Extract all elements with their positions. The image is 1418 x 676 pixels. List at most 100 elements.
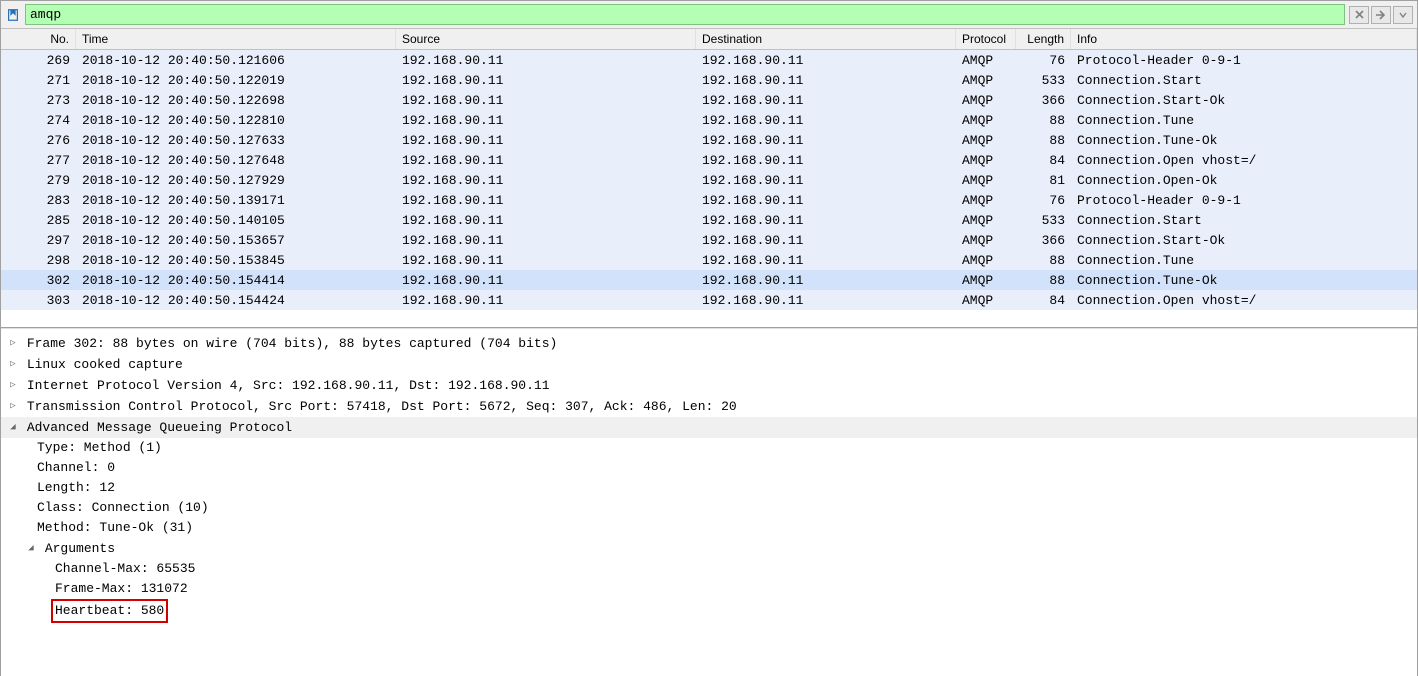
packet-cell: 283 [1, 190, 76, 211]
packet-row[interactable]: 3022018-10-12 20:40:50.154414 192.168.90.… [1, 270, 1417, 290]
packet-list-header: No. Time Source Destination Protocol Len… [1, 29, 1417, 50]
tree-ip[interactable]: Internet Protocol Version 4, Src: 192.16… [7, 375, 1411, 396]
packet-cell: 2018-10-12 20:40:50.121606 [76, 50, 396, 71]
display-filter-input[interactable] [25, 4, 1345, 25]
col-header-info[interactable]: Info [1071, 29, 1417, 49]
tree-args[interactable]: Arguments [7, 538, 1411, 559]
col-header-dst[interactable]: Destination [696, 29, 956, 49]
tree-linux-label: Linux cooked capture [27, 357, 183, 372]
packet-cell: 269 [1, 50, 76, 71]
packet-cell: 2018-10-12 20:40:50.140105 [76, 210, 396, 231]
packet-row[interactable]: 2732018-10-12 20:40:50.122698192.168.90.… [1, 90, 1417, 110]
apply-filter-button[interactable] [1371, 6, 1391, 24]
col-header-time[interactable]: Time [76, 29, 396, 49]
packet-row[interactable]: 2982018-10-12 20:40:50.153845192.168.90.… [1, 250, 1417, 270]
packet-cell: AMQP [956, 230, 1016, 251]
packet-row[interactable]: 2832018-10-12 20:40:50.139171192.168.90.… [1, 190, 1417, 210]
packet-cell: 192.168.90.11 [696, 170, 956, 191]
tree-class-label: Class: Connection (10) [37, 500, 209, 515]
tree-length[interactable]: Length: 12 [7, 478, 1411, 498]
packet-cell: Connection.Open-Ok [1071, 170, 1417, 191]
tree-chmax[interactable]: Channel-Max: 65535 [7, 559, 1411, 579]
packet-cell: 88 [1016, 130, 1071, 151]
packet-cell: Connection.Open vhost=/ [1071, 290, 1417, 311]
packet-cell: AMQP [956, 70, 1016, 91]
expand-toggle-icon[interactable] [7, 333, 19, 354]
col-header-src[interactable]: Source [396, 29, 696, 49]
col-header-len[interactable]: Length [1016, 29, 1071, 49]
bookmark-filter-icon[interactable] [5, 7, 21, 23]
expand-toggle-icon[interactable] [7, 375, 19, 396]
tree-method[interactable]: Method: Tune-Ok (31) [7, 518, 1411, 538]
tree-heartbeat[interactable]: Heartbeat: 580 [7, 599, 1411, 623]
packet-cell: 88 [1016, 110, 1071, 131]
packet-cell: 297 [1, 230, 76, 251]
packet-row[interactable]: 2852018-10-12 20:40:50.140105192.168.90.… [1, 210, 1417, 230]
packet-cell: 298 [1, 250, 76, 271]
packet-cell: AMQP [956, 290, 1016, 311]
packet-row[interactable]: 2772018-10-12 20:40:50.127648192.168.90.… [1, 150, 1417, 170]
packet-cell: 2018-10-12 20:40:50.154414 [76, 270, 396, 291]
packet-cell: Connection.Tune [1071, 110, 1417, 131]
packet-cell: AMQP [956, 90, 1016, 111]
packet-cell: 192.168.90.11 [696, 270, 956, 291]
packet-cell: Connection.Start-Ok [1071, 90, 1417, 111]
packet-cell: 366 [1016, 230, 1071, 251]
tree-frame[interactable]: Frame 302: 88 bytes on wire (704 bits), … [7, 333, 1411, 354]
packet-cell: Connection.Open vhost=/ [1071, 150, 1417, 171]
col-header-proto[interactable]: Protocol [956, 29, 1016, 49]
tree-tcp[interactable]: Transmission Control Protocol, Src Port:… [7, 396, 1411, 417]
packet-row[interactable]: 3032018-10-12 20:40:50.154424192.168.90.… [1, 290, 1417, 310]
tree-class[interactable]: Class: Connection (10) [7, 498, 1411, 518]
packet-cell: 2018-10-12 20:40:50.154424 [76, 290, 396, 311]
filter-bar [1, 1, 1417, 29]
packet-details-pane[interactable]: Frame 302: 88 bytes on wire (704 bits), … [1, 328, 1417, 676]
packet-cell: 277 [1, 150, 76, 171]
packet-cell: 84 [1016, 290, 1071, 311]
packet-cell: 2018-10-12 20:40:50.153657 [76, 230, 396, 251]
packet-cell: 2018-10-12 20:40:50.127648 [76, 150, 396, 171]
packet-cell: 192.168.90.11 [396, 210, 696, 231]
packet-cell: 2018-10-12 20:40:50.122019 [76, 70, 396, 91]
packet-cell: 84 [1016, 150, 1071, 171]
packet-cell: 279 [1, 170, 76, 191]
tree-amqp-label: Advanced Message Queueing Protocol [27, 420, 292, 435]
packet-cell: AMQP [956, 150, 1016, 171]
packet-row[interactable]: 2692018-10-12 20:40:50.121606 192.168.90.… [1, 50, 1417, 70]
packet-cell: 533 [1016, 210, 1071, 231]
packet-cell: 276 [1, 130, 76, 151]
expand-toggle-icon[interactable] [7, 417, 19, 438]
tree-method-label: Method: Tune-Ok (31) [37, 520, 193, 535]
packet-row[interactable]: 2972018-10-12 20:40:50.153657192.168.90.… [1, 230, 1417, 250]
tree-channel[interactable]: Channel: 0 [7, 458, 1411, 478]
tree-ip-label: Internet Protocol Version 4, Src: 192.16… [27, 378, 550, 393]
tree-amqp[interactable]: Advanced Message Queueing Protocol [1, 417, 1417, 438]
packet-row[interactable]: 2762018-10-12 20:40:50.127633192.168.90.… [1, 130, 1417, 150]
packet-cell: 192.168.90.11 [696, 290, 956, 311]
expand-toggle-icon[interactable] [7, 354, 19, 375]
packet-cell: 192.168.90.11 [696, 250, 956, 271]
packet-cell: 192.168.90.11 [396, 70, 696, 91]
packet-row[interactable]: 2712018-10-12 20:40:50.122019192.168.90.… [1, 70, 1417, 90]
packet-cell: 2018-10-12 20:40:50.127929 [76, 170, 396, 191]
packet-cell: Protocol-Header 0-9-1 [1071, 50, 1417, 71]
packet-cell: Connection.Tune-Ok [1071, 130, 1417, 151]
col-header-no[interactable]: No. [1, 29, 76, 49]
packet-cell: Protocol-Header 0-9-1 [1071, 190, 1417, 211]
packet-cell: 192.168.90.11 [696, 90, 956, 111]
packet-list-body[interactable]: 2692018-10-12 20:40:50.121606192.168.90.… [1, 50, 1417, 310]
packet-row[interactable]: 2742018-10-12 20:40:50.122810192.168.90.… [1, 110, 1417, 130]
tree-type[interactable]: Type: Method (1) [7, 438, 1411, 458]
clear-filter-button[interactable] [1349, 6, 1369, 24]
tree-linux[interactable]: Linux cooked capture [7, 354, 1411, 375]
tree-length-label: Length: 12 [37, 480, 115, 495]
expand-toggle-icon[interactable] [25, 538, 37, 559]
expand-toggle-icon[interactable] [7, 396, 19, 417]
packet-cell: 271 [1, 70, 76, 91]
filter-dropdown-button[interactable] [1393, 6, 1413, 24]
packet-cell: 192.168.90.11 [696, 50, 956, 71]
tree-frmax[interactable]: Frame-Max: 131072 [7, 579, 1411, 599]
packet-cell: 302 [1, 270, 76, 291]
packet-row[interactable]: 2792018-10-12 20:40:50.127929 192.168.90.… [1, 170, 1417, 190]
packet-cell: 192.168.90.11 [396, 250, 696, 271]
